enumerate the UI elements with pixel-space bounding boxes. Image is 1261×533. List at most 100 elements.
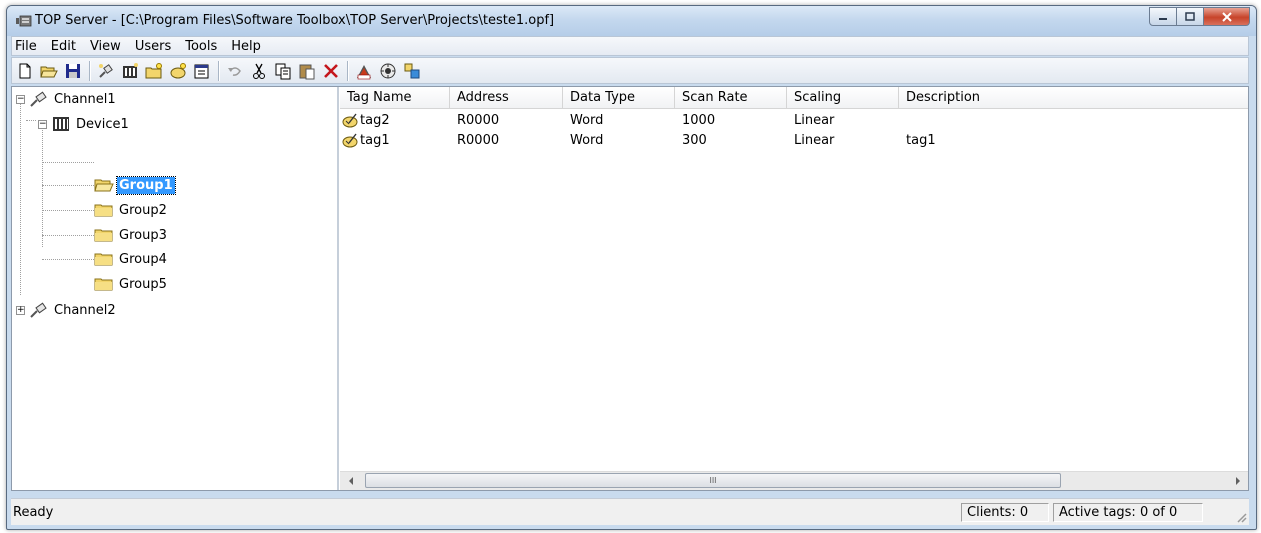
save-button[interactable] <box>62 60 84 82</box>
scroll-left-button[interactable] <box>342 472 359 490</box>
channel-icon <box>29 302 49 318</box>
table-row[interactable]: tag1 R0000 Word 300 Linear tag1 <box>340 130 1248 150</box>
scroll-right-button[interactable] <box>1229 472 1246 490</box>
menu-file[interactable]: File <box>12 39 44 54</box>
column-header-scan-rate[interactable]: Scan Rate <box>675 87 787 109</box>
delete-icon <box>324 63 338 78</box>
new-device-button[interactable] <box>119 60 141 82</box>
open-button[interactable] <box>38 60 60 82</box>
toolbar-separator <box>218 60 220 81</box>
title-bar[interactable]: TOP Server - [C:\Program Files\Software … <box>7 6 1256 36</box>
tag-name: tag1 <box>360 132 390 148</box>
menu-bar: File Edit View Users Tools Help <box>11 36 1249 56</box>
menu-view[interactable]: View <box>83 39 128 54</box>
scrollbar-thumb[interactable]: III <box>365 473 1061 488</box>
properties-icon <box>194 64 209 78</box>
scan-rate-cell: 300 <box>682 132 707 148</box>
address-cell: R0000 <box>457 132 500 148</box>
tag-browse-button[interactable] <box>401 60 423 82</box>
tree-item-device1[interactable]: − Device1 <box>38 114 131 134</box>
open-icon <box>40 66 58 77</box>
channel-icon <box>29 91 49 107</box>
resize-grip-icon[interactable] <box>1235 511 1247 523</box>
main-window: TOP Server - [C:\Program Files\Software … <box>6 5 1257 530</box>
list-header: Tag Name Address Data Type Scan Rate Sca… <box>340 87 1248 109</box>
undo-button[interactable] <box>224 60 246 82</box>
paste-icon <box>299 64 315 79</box>
tree-label: Group1 <box>116 175 176 195</box>
collapse-toggle[interactable]: − <box>16 94 25 104</box>
address-cell: R0000 <box>457 112 500 128</box>
new-button[interactable] <box>14 60 36 82</box>
top-server-icon <box>16 15 32 27</box>
tree-label: Group2 <box>119 202 167 218</box>
new-group-button[interactable] <box>143 60 165 82</box>
properties-button[interactable] <box>191 60 213 82</box>
menu-tools[interactable]: Tools <box>178 39 224 54</box>
tag-icon <box>342 133 358 148</box>
cut-icon <box>253 63 265 79</box>
tree-item-channel2[interactable]: + Channel2 <box>16 300 118 320</box>
tree-item-group2[interactable]: Group2 <box>94 200 169 220</box>
tree-item-group4[interactable]: Group4 <box>94 249 169 269</box>
paste-button[interactable] <box>296 60 318 82</box>
folder-icon <box>94 202 114 218</box>
open-folder-icon <box>94 177 114 193</box>
tree-label: Group4 <box>119 251 167 267</box>
scan-rate-cell: 1000 <box>682 112 716 128</box>
tree-connector <box>26 120 36 121</box>
data-type-cell: Word <box>570 112 604 128</box>
new-channel-icon <box>99 63 113 78</box>
cut-button[interactable] <box>248 60 270 82</box>
tree-connector <box>42 259 94 260</box>
tree-label: Channel2 <box>54 302 116 318</box>
column-header-scaling[interactable]: Scaling <box>787 87 899 109</box>
tree-item-group1[interactable]: Group1 <box>94 175 176 195</box>
tree-connector <box>20 100 21 295</box>
menu-users[interactable]: Users <box>128 39 178 54</box>
chevron-left-icon <box>348 477 353 485</box>
folder-icon <box>94 227 114 243</box>
menu-edit[interactable]: Edit <box>44 39 83 54</box>
new-channel-button[interactable] <box>95 60 117 82</box>
active-tags-count: Active tags: 0 of 0 <box>1053 503 1203 522</box>
project-tree[interactable]: − Channel1 − Device1 Group1 Group2 Group… <box>12 87 339 490</box>
tag-list[interactable]: Tag Name Address Data Type Scan Rate Sca… <box>340 87 1248 490</box>
copy-button[interactable] <box>272 60 294 82</box>
maximize-icon <box>1185 12 1195 21</box>
minimize-button[interactable] <box>1149 7 1177 26</box>
column-header-description[interactable]: Description <box>899 87 1248 109</box>
expand-toggle[interactable]: + <box>16 305 25 315</box>
opc-quick-client-button[interactable] <box>353 60 375 82</box>
table-row[interactable]: tag2 R0000 Word 1000 Linear <box>340 110 1248 130</box>
undo-icon <box>228 66 241 76</box>
minimize-icon <box>1159 17 1167 20</box>
menu-help[interactable]: Help <box>224 39 268 54</box>
toolbar-separator <box>347 60 349 81</box>
tree-label: Device1 <box>76 116 129 132</box>
new-device-icon <box>123 62 138 78</box>
status-bar: Ready Clients: 0 Active tags: 0 of 0 <box>11 498 1249 525</box>
close-icon <box>1221 11 1232 22</box>
column-header-data-type[interactable]: Data Type <box>563 87 675 109</box>
column-header-tag-name[interactable]: Tag Name <box>340 87 450 109</box>
maximize-button[interactable] <box>1177 7 1204 26</box>
clients-count: Clients: 0 <box>961 503 1049 522</box>
tree-connector <box>42 210 94 211</box>
tree-item-group5[interactable]: Group5 <box>94 274 169 294</box>
folder-icon <box>94 251 114 267</box>
collapse-toggle[interactable]: − <box>38 119 47 129</box>
chevron-right-icon <box>1235 477 1240 485</box>
new-tag-button[interactable] <box>167 60 189 82</box>
scaling-cell: Linear <box>794 132 835 148</box>
column-header-address[interactable]: Address <box>450 87 563 109</box>
status-text: Ready <box>13 505 54 520</box>
tree-item-group3[interactable]: Group3 <box>94 225 169 245</box>
delete-button[interactable] <box>320 60 342 82</box>
tag-icon <box>342 113 358 128</box>
horizontal-scrollbar[interactable]: III <box>340 471 1248 490</box>
tree-item-channel1[interactable]: − Channel1 <box>16 89 118 109</box>
runtime-connect-button[interactable] <box>377 60 399 82</box>
scaling-cell: Linear <box>794 112 835 128</box>
close-button[interactable] <box>1204 7 1250 26</box>
